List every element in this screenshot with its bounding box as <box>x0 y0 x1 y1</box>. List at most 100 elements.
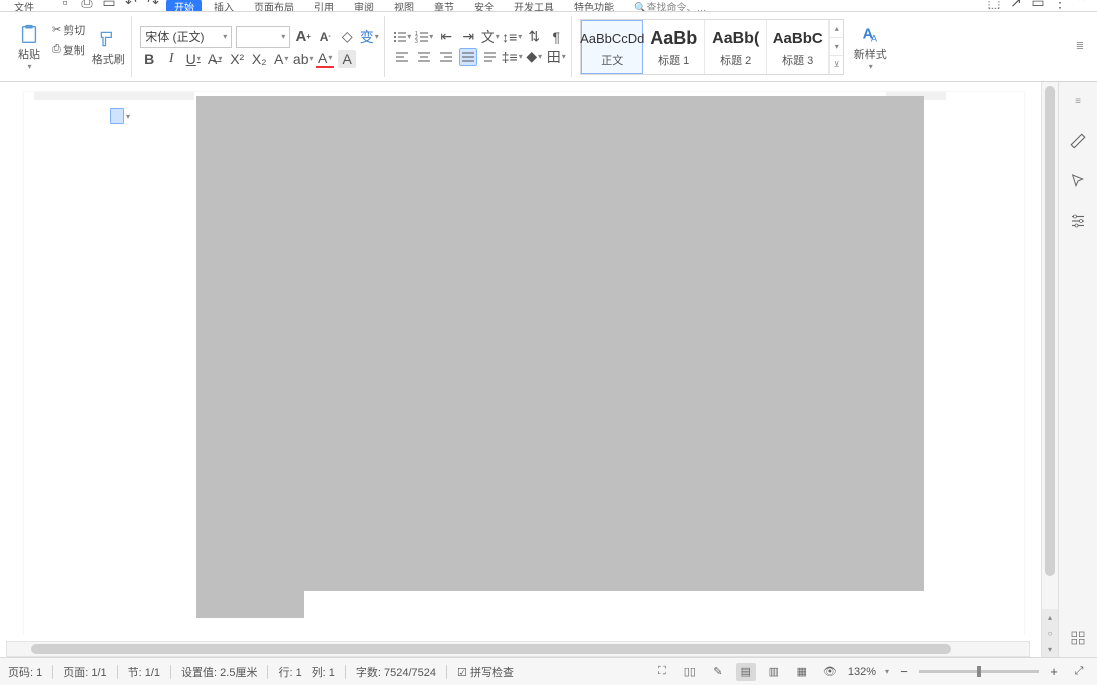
tab-ref[interactable]: 引用 <box>306 0 342 11</box>
style-more-icon[interactable]: ⊻ <box>830 56 843 73</box>
bold-button[interactable]: B <box>140 50 158 68</box>
status-position[interactable]: 设置值: 2.5厘米 <box>181 664 257 680</box>
tab-view[interactable]: 视图 <box>386 0 422 11</box>
vertical-scrollbar[interactable]: ▴ ○ ▾ <box>1041 82 1058 657</box>
ribbon-collapse-icon[interactable]: ≣ <box>1071 38 1089 56</box>
status-page[interactable]: 页面: 1/1 <box>63 664 106 680</box>
tab-security[interactable]: 安全 <box>466 0 502 11</box>
align-justify-button[interactable] <box>459 48 477 66</box>
style-heading1[interactable]: AaBb 标题 1 <box>643 20 705 74</box>
sort-button[interactable]: ⇅ <box>525 28 543 46</box>
superscript-button[interactable]: X² <box>228 50 246 68</box>
tab-section[interactable]: 章节 <box>426 0 462 11</box>
number-list-button[interactable]: 123▾ <box>415 28 433 46</box>
edit-mode-icon[interactable]: ✎ <box>708 663 728 681</box>
font-name-select[interactable]: 宋体 (正文)▾ <box>140 26 232 48</box>
para-spacing-button[interactable]: ‡≡▾ <box>503 48 521 66</box>
command-search[interactable]: 🔍查找命令、… <box>626 0 714 11</box>
style-normal[interactable]: AaBbCcDd 正文 <box>581 20 643 74</box>
undo-icon[interactable]: ↶ <box>122 0 140 11</box>
expand-icon[interactable]: ⌃ <box>1073 0 1091 11</box>
print-icon[interactable]: ⎙ <box>78 0 96 11</box>
select-icon[interactable] <box>1067 170 1089 192</box>
underline-button[interactable]: U▾ <box>184 50 202 68</box>
char-shading-button[interactable]: A <box>338 50 356 68</box>
increase-indent-button[interactable]: ⇥ <box>459 28 477 46</box>
style-heading3[interactable]: AaBbC 标题 3 <box>767 20 829 74</box>
page-view-icon[interactable]: ▤ <box>736 663 756 681</box>
decrease-font-icon[interactable]: A- <box>316 28 334 46</box>
borders-button[interactable]: 田▾ <box>547 48 565 66</box>
font-size-select[interactable]: ▾ <box>236 26 290 48</box>
hscroll-thumb[interactable] <box>31 644 951 654</box>
status-col[interactable]: 列: 1 <box>312 664 335 680</box>
read-mode-icon[interactable]: ▯▯ <box>680 663 700 681</box>
tab-special[interactable]: 特色功能 <box>566 0 622 11</box>
cloud-icon[interactable]: ⬚ <box>985 0 1003 11</box>
share-icon[interactable]: ↗ <box>1007 0 1025 11</box>
zoom-out-button[interactable]: − <box>897 665 911 679</box>
tab-review[interactable]: 审阅 <box>346 0 382 11</box>
align-left-button[interactable] <box>393 48 411 66</box>
shading-button[interactable]: ◆▾ <box>525 48 543 66</box>
font-color-button[interactable]: A▾ <box>316 50 334 68</box>
text-direction-button[interactable]: 文▾ <box>481 28 499 46</box>
fit-screen-icon[interactable]: ⤢ <box>1069 663 1089 681</box>
style-down-icon[interactable]: ▾ <box>830 38 843 56</box>
settings-icon[interactable] <box>1067 210 1089 232</box>
save-icon[interactable]: ▫ <box>56 0 74 11</box>
zoom-value[interactable]: 132% <box>848 666 876 678</box>
status-row[interactable]: 行: 1 <box>278 664 301 680</box>
scroll-down-icon[interactable]: ▾ <box>1042 641 1058 657</box>
eye-protect-icon[interactable]: 👁 <box>820 663 840 681</box>
align-center-button[interactable] <box>415 48 433 66</box>
line-spacing-button[interactable]: ↕≡▾ <box>503 28 521 46</box>
tab-insert[interactable]: 插入 <box>206 0 242 11</box>
align-distribute-button[interactable] <box>481 48 499 66</box>
horizontal-scrollbar[interactable] <box>6 641 1030 657</box>
grid-icon[interactable] <box>1067 627 1089 649</box>
outline-view-icon[interactable]: ▥ <box>764 663 784 681</box>
align-right-button[interactable] <box>437 48 455 66</box>
decrease-indent-button[interactable]: ⇤ <box>437 28 455 46</box>
redo-icon[interactable]: ↷ <box>144 0 162 11</box>
scroll-mid-icon[interactable]: ○ <box>1042 625 1058 641</box>
highlight-button[interactable]: ab▾ <box>294 50 312 68</box>
web-view-icon[interactable]: ▦ <box>792 663 812 681</box>
style-heading2[interactable]: AaBb( 标题 2 <box>705 20 767 74</box>
document-page[interactable]: ▾ <box>24 92 1024 635</box>
cut-button[interactable]: ✂剪切 <box>50 21 87 39</box>
status-words[interactable]: 字数: 7524/7524 <box>356 664 436 680</box>
zoom-in-button[interactable]: + <box>1047 665 1061 679</box>
style-up-icon[interactable]: ▴ <box>830 20 843 38</box>
zoom-slider[interactable] <box>919 670 1039 673</box>
page-indicator[interactable]: ▾ <box>110 108 130 124</box>
subscript-button[interactable]: X₂ <box>250 50 268 68</box>
text-effect-button[interactable]: A▾ <box>272 50 290 68</box>
new-style-button[interactable]: AA 新样式▾ <box>848 19 892 75</box>
fullscreen-icon[interactable]: ⛶ <box>652 663 672 681</box>
tab-file[interactable]: 文件 <box>6 0 42 11</box>
zoom-knob[interactable] <box>977 666 981 677</box>
tab-dev[interactable]: 开发工具 <box>506 0 562 11</box>
format-painter-button[interactable]: 格式刷 <box>91 19 125 75</box>
show-marks-button[interactable]: ¶ <box>547 28 565 46</box>
clear-format-icon[interactable]: ◇ <box>338 28 356 46</box>
bullet-list-button[interactable]: ▾ <box>393 28 411 46</box>
italic-button[interactable]: I <box>162 50 180 68</box>
pen-icon[interactable] <box>1067 130 1089 152</box>
status-spellcheck[interactable]: ☑ 拼写检查 <box>457 664 514 680</box>
embedded-object[interactable] <box>196 96 924 591</box>
paste-button[interactable]: 粘贴▾ <box>12 19 46 75</box>
sidepanel-toggle-icon[interactable]: ≡ <box>1067 90 1089 112</box>
increase-font-icon[interactable]: A+ <box>294 28 312 46</box>
copy-button[interactable]: ⎙复制 <box>50 41 87 59</box>
strike-button[interactable]: A̶▾ <box>206 50 224 68</box>
tab-start[interactable]: 开始 <box>166 0 202 11</box>
preview-icon[interactable]: ▭ <box>100 0 118 11</box>
vscroll-thumb[interactable] <box>1045 86 1055 576</box>
status-page-code[interactable]: 页码: 1 <box>8 664 42 680</box>
status-section[interactable]: 节: 1/1 <box>128 664 160 680</box>
tab-layout[interactable]: 页面布局 <box>246 0 302 11</box>
scroll-up-icon[interactable]: ▴ <box>1042 609 1058 625</box>
